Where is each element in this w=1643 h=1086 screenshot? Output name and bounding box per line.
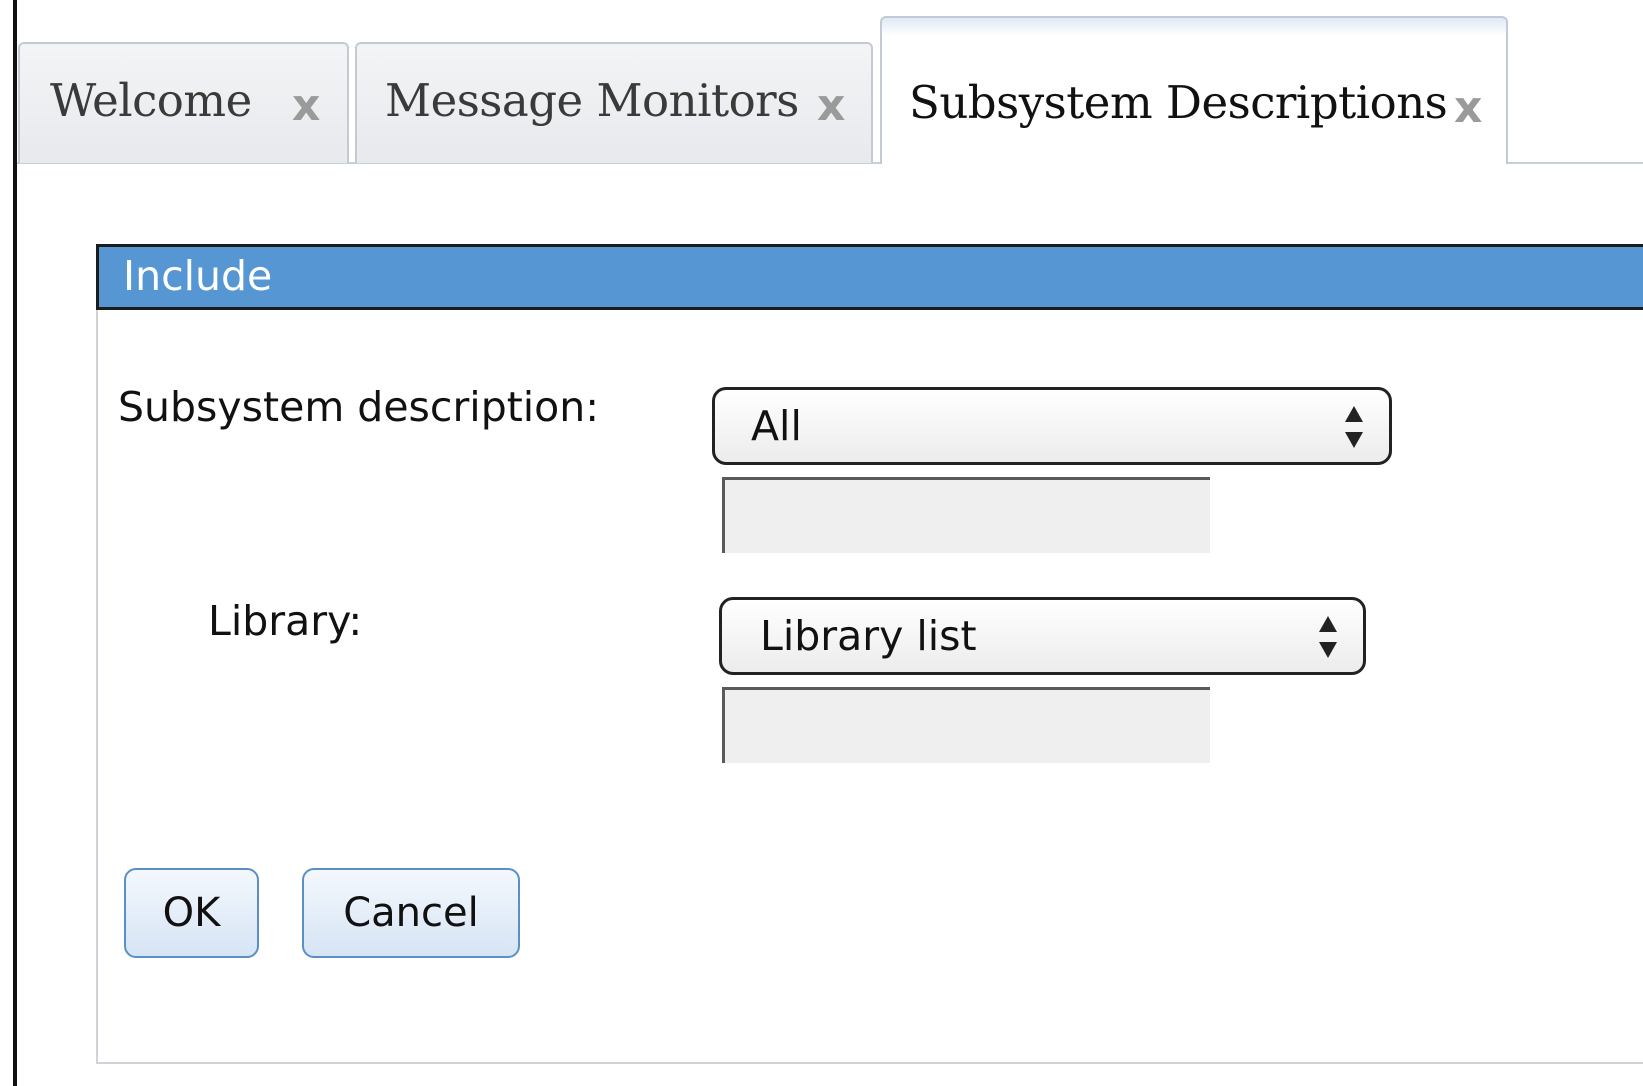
library-select[interactable]: Library list [719, 597, 1366, 675]
subsystem-description-input[interactable] [722, 477, 1210, 553]
subsystem-description-label: Subsystem description: [118, 383, 600, 431]
tab-message-monitors[interactable]: Message Monitors x [355, 42, 873, 163]
subsystem-description-select-value: All [751, 402, 802, 450]
tab-subsystem-descriptions-label: Subsystem Descriptions [909, 76, 1448, 129]
updown-arrows-icon [1345, 406, 1363, 448]
library-input[interactable] [722, 687, 1210, 763]
tab-message-monitors-label: Message Monitors [385, 74, 799, 127]
tab-welcome[interactable]: Welcome x [18, 42, 349, 163]
dialog-title-bar: Include [96, 244, 1643, 310]
library-label: Library: [208, 597, 363, 645]
dialog-title: Include [123, 252, 273, 300]
library-select-value: Library list [760, 612, 977, 660]
ok-button[interactable]: OK [124, 868, 259, 958]
updown-arrows-icon [1319, 616, 1337, 658]
subsystem-description-select[interactable]: All [712, 387, 1392, 465]
tab-subsystem-descriptions-close-icon[interactable]: x [1454, 86, 1482, 130]
tab-welcome-close-icon[interactable]: x [292, 84, 320, 128]
tab-subsystem-descriptions[interactable]: Subsystem Descriptions x [880, 16, 1508, 164]
tab-welcome-label: Welcome [50, 74, 252, 127]
tab-message-monitors-close-icon[interactable]: x [817, 84, 845, 128]
cancel-button[interactable]: Cancel [302, 868, 520, 958]
